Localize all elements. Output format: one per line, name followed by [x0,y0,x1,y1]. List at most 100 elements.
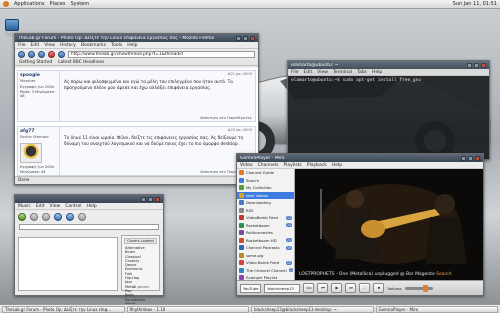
music-menu-view[interactable]: View [50,204,61,209]
close-icon[interactable] [481,62,486,68]
minimize-icon[interactable] [461,155,466,161]
volume-icon[interactable] [78,212,86,221]
next-icon[interactable]: ⏭ [345,283,357,293]
terminal-menu-view[interactable]: View [317,70,328,75]
terminal-menu-terminal[interactable]: Terminal [333,70,352,75]
taskbar-item-terminal[interactable]: blacksheep13@blacksheep13-desktop: ~ [251,305,374,313]
taskbar-item-firefox[interactable]: TheLab.gr Forum - Photo Op: Δείξτε την L… [2,305,125,313]
terminal-command-line[interactable]: elamarto@ubuntu:~$ sudo apt-get install … [288,76,489,85]
miro-menu-video[interactable]: Video [240,163,253,168]
maximize-icon[interactable] [474,62,479,68]
sidebar-item[interactable]: Politicsmovies [237,229,294,237]
seek-bar[interactable] [19,224,159,230]
close-icon[interactable] [475,155,480,161]
music-titlebar[interactable] [15,195,163,203]
unread-count-badge: 22 [285,260,292,265]
terminal-title: elamarto@ubuntu: ~ [291,62,339,68]
volume-slider[interactable] [404,284,433,292]
music-menu-music[interactable]: Music [18,204,31,209]
reload-icon[interactable] [38,50,45,58]
sidebar-item[interactable]: Rocketboom 15 [237,222,294,230]
track-list[interactable] [18,237,118,291]
terminal-window[interactable]: elamarto@ubuntu: ~ File Edit View Termin… [287,60,490,160]
sidebar-item[interactable]: Downloading [237,199,294,207]
next-icon[interactable] [42,212,50,221]
video-title: LOSTPROPHETS - One (Metallica) unplugged… [299,272,435,277]
sidebar-item[interactable]: New Videos [237,191,294,199]
forward-arrow-icon[interactable] [28,50,35,58]
play-icon[interactable] [18,212,26,221]
firefox-menu-tools[interactable]: Tools [111,43,122,48]
stop-icon[interactable] [48,50,55,58]
ubuntu-logo-icon[interactable] [3,1,9,7]
play-icon[interactable]: ▶ [331,283,343,293]
taskbar-item-miro[interactable]: GomiroPlayer - Miro [375,305,498,313]
post-reply-link[interactable]: Απάντηση στο Παραθέματος [200,116,252,120]
panel-clock[interactable]: Sun Jan 11, 01:51 [453,1,497,7]
close-icon[interactable] [155,196,160,202]
taskbar-item-rhythmbox[interactable]: Rhythmbox - 1.10 [126,305,249,313]
firefox-menu-history[interactable]: History [60,43,76,48]
sidebar-item[interactable]: Video Bomb Feed 22 [237,259,294,267]
firefox-menu-bookmarks[interactable]: Bookmarks [81,43,106,48]
search-go-button[interactable]: Go [303,283,315,293]
terminal-menu-tabs[interactable]: Tabs [357,70,367,75]
terminal-menu-help[interactable]: Help [372,70,382,75]
terminal-menu-edit[interactable]: Edit [304,70,313,75]
sidebar-item[interactable]: Channel Guide [237,169,294,177]
miro-menu-help[interactable]: Help [332,163,342,168]
unread-count-badge: 15 [285,223,292,228]
search-input[interactable]: blacksheep13 [264,283,301,293]
sidebar-item[interactable]: RSS [237,207,294,215]
bookmark-bbc-headlines[interactable]: Latest BBC Headlines [58,60,104,65]
music-player-window[interactable]: Music Edit View Control Help Covers Load… [14,194,164,306]
fullscreen-icon[interactable]: ⛶ [359,283,371,293]
close-icon[interactable] [250,35,255,41]
minimize-icon[interactable] [236,35,241,41]
terminal-titlebar[interactable]: elamarto@ubuntu: ~ [288,61,489,69]
sidebar-item[interactable]: Search [237,177,294,185]
stop-icon[interactable]: ⏹ [373,283,385,293]
bookmark-getting-started[interactable]: Getting Started [19,60,52,65]
firefox-menu-view[interactable]: View [44,43,55,48]
miro-menu-playlists[interactable]: Playlists [283,163,301,168]
sidebar-item[interactable]: My Collection [237,184,294,192]
previous-icon[interactable]: ⏮ [317,283,329,293]
home-icon[interactable] [58,50,65,58]
maximize-icon[interactable] [148,196,153,202]
menu-applications[interactable]: Applications [14,1,45,7]
menu-system[interactable]: System [70,1,89,7]
genre-browser[interactable]: Covers Loaded Alternative Blues Classical C… [121,235,160,306]
music-menu-control[interactable]: Control [65,204,81,209]
miro-menu-channels[interactable]: Channels [258,163,279,168]
minimize-icon[interactable] [467,62,472,68]
menu-places[interactable]: Places [50,1,66,7]
miro-window[interactable]: GomiroPlayer - Miro Video Channels Playl… [236,153,484,296]
terminal-menu-file[interactable]: File [291,70,299,75]
sidebar-item[interactable]: Rocketboom HD 21 [237,237,294,245]
firefox-menu-file[interactable]: File [18,43,26,48]
miro-menu-playback[interactable]: Playback [307,163,327,168]
sidebar-item[interactable]: VideoBomb Feed 13 [237,214,294,222]
repeat-icon[interactable] [66,212,74,221]
music-menu-edit[interactable]: Edit [36,204,45,209]
url-field[interactable]: http://www.thelab.gr/showthread.php?t=1&… [68,50,255,58]
firefox-window[interactable]: TheLab.gr Forum - Photo Op: Δείξτε την L… [14,33,259,185]
maximize-icon[interactable] [243,35,248,41]
firefox-titlebar[interactable]: TheLab.gr Forum - Photo Op: Δείξτε την L… [15,34,258,42]
shuffle-icon[interactable] [54,212,62,221]
sidebar-item[interactable]: Channel Podcasts 19 [237,244,294,252]
sidebar-item[interactable]: some.pig [237,252,294,260]
firefox-menu-edit[interactable]: Edit [31,43,40,48]
firefox-menu-help[interactable]: Help [127,43,137,48]
video-player[interactable]: LOSTPROPHETS - One (Metallica) unplugged… [295,169,483,280]
sidebar-item[interactable]: The Channel Channel 3 [237,267,294,275]
search-engine-select[interactable]: YouTube [240,283,262,293]
music-menu-help[interactable]: Help [87,204,97,209]
miro-titlebar[interactable]: GomiroPlayer - Miro [237,154,483,162]
maximize-icon[interactable] [468,155,473,161]
minimize-icon[interactable] [141,196,146,202]
video-search-link[interactable]: Search [436,272,451,277]
back-arrow-icon[interactable] [18,50,25,58]
previous-icon[interactable] [30,212,38,221]
